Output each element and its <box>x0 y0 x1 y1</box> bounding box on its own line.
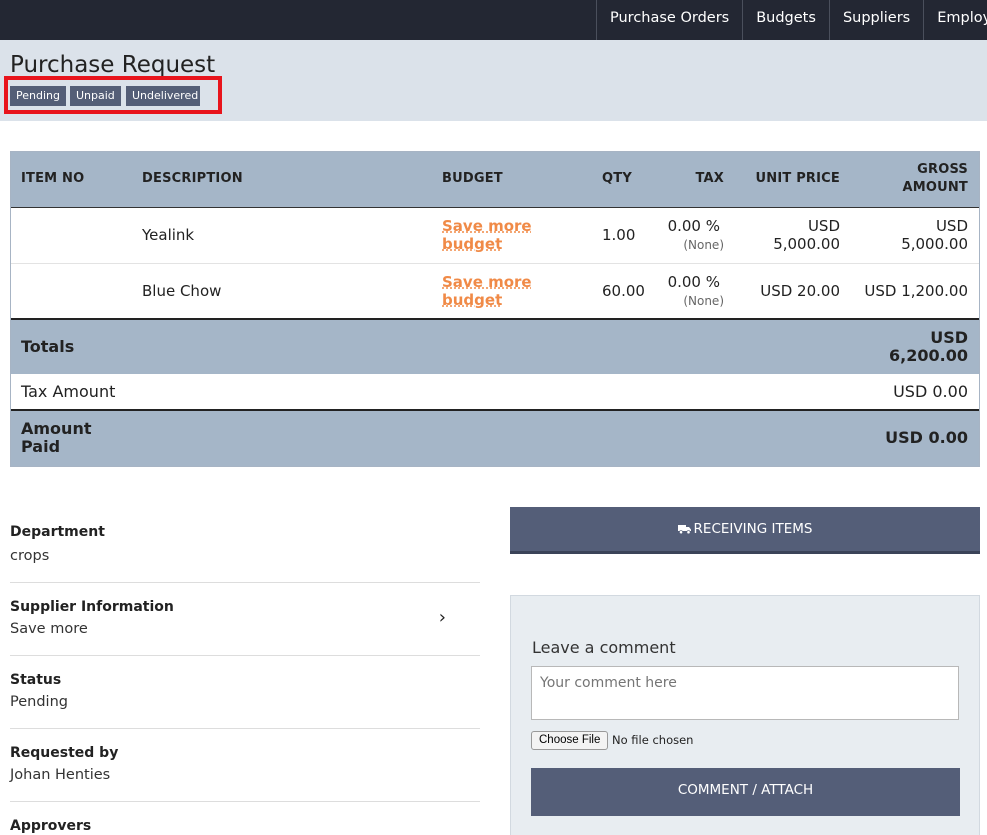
row-gross-line2: 5,000.00 <box>901 235 968 253</box>
comment-attach-button[interactable]: COMMENT / ATTACH <box>531 768 960 816</box>
amount-paid-row: Amount Paid USD 0.00 <box>11 411 979 466</box>
page-title: Purchase Request <box>10 52 216 78</box>
col-gross-amount-line2: AMOUNT <box>902 180 968 195</box>
row-tax: 0.00 % <box>667 217 720 235</box>
detail-department: Department crops <box>10 510 480 583</box>
request-details: Department crops Supplier Information Sa… <box>10 510 480 835</box>
comment-label: Leave a comment <box>532 638 676 657</box>
chevron-right-icon[interactable]: › <box>439 607 446 628</box>
no-file-text: No file chosen <box>612 733 694 747</box>
row-unit-price-line1: USD <box>807 217 840 235</box>
requested-by-label: Requested by <box>10 745 119 761</box>
tax-amount-label: Tax Amount <box>21 382 116 401</box>
row-tax: 0.00 % <box>667 273 720 291</box>
budget-link[interactable]: Save more <box>442 217 532 235</box>
status-badge-unpaid: Unpaid <box>70 86 121 106</box>
budget-link-line2[interactable]: budget <box>442 291 502 309</box>
amount-paid-value: USD 0.00 <box>885 428 968 447</box>
col-unit-price: UNIT PRICE <box>755 171 840 186</box>
col-budget: BUDGET <box>442 171 503 186</box>
approvers-label: Approvers <box>10 818 92 834</box>
row-gross: USD 1,200.00 <box>864 282 968 300</box>
row-qty: 1.00 <box>602 226 636 244</box>
table-row: Blue Chow Save more budget 60.00 0.00 % … <box>11 264 979 320</box>
budget-link-line2[interactable]: budget <box>442 235 502 253</box>
items-table: ITEM NO DESCRIPTION BUDGET QTY TAX UNIT … <box>10 151 980 467</box>
status-value: Pending <box>10 694 68 710</box>
page-header: Purchase Request Pending Unpaid Undelive… <box>0 40 987 121</box>
row-tax-note: (None) <box>683 238 724 252</box>
requested-by-value: Johan Henties <box>10 767 111 783</box>
col-description: DESCRIPTION <box>142 171 243 186</box>
nav-employees[interactable]: Employ <box>923 0 987 40</box>
top-navbar: Purchase Orders Budgets Suppliers Employ <box>0 0 987 40</box>
receiving-items-button[interactable]: RECEIVING ITEMS <box>510 507 980 554</box>
nav-budgets[interactable]: Budgets <box>742 0 829 40</box>
col-qty: QTY <box>602 171 632 186</box>
table-row: Yealink Save more budget 1.00 0.00 % (No… <box>11 208 979 264</box>
detail-requested-by: Requested by Johan Henties <box>10 729 480 802</box>
row-gross-line1: USD <box>935 217 968 235</box>
row-description: Blue Chow <box>142 282 222 300</box>
table-header: ITEM NO DESCRIPTION BUDGET QTY TAX UNIT … <box>11 152 979 208</box>
col-gross-amount-line1: GROSS <box>917 162 968 177</box>
receiving-items-label: RECEIVING ITEMS <box>693 521 813 537</box>
truck-icon <box>677 525 691 535</box>
nav-purchase-orders[interactable]: Purchase Orders <box>596 0 742 40</box>
comment-panel: Leave a comment Choose File No file chos… <box>510 595 980 835</box>
nav-suppliers[interactable]: Suppliers <box>828 0 923 40</box>
totals-row: Totals USD 6,200.00 <box>11 320 979 374</box>
row-description: Yealink <box>142 226 195 244</box>
detail-approvers: Approvers <box>10 802 480 835</box>
totals-label: Totals <box>21 337 75 356</box>
status-badge-undelivered: Undelivered <box>126 86 200 106</box>
department-value: crops <box>10 548 50 564</box>
supplier-value: Save more <box>10 621 88 637</box>
amount-paid-label-line1: Amount <box>21 419 92 438</box>
row-unit-price: USD 20.00 <box>760 282 840 300</box>
row-tax-note: (None) <box>683 294 724 308</box>
col-tax: TAX <box>695 171 724 186</box>
nav-menu: Purchase Orders Budgets Suppliers Employ <box>596 0 987 40</box>
row-unit-price-line2: 5,000.00 <box>773 235 840 253</box>
col-item-no: ITEM NO <box>21 171 85 186</box>
status-label: Status <box>10 672 62 688</box>
comment-input[interactable] <box>531 666 959 720</box>
row-qty: 60.00 <box>602 282 645 300</box>
detail-status: Status Pending <box>10 656 480 729</box>
totals-value-line2: 6,200.00 <box>889 346 968 365</box>
amount-paid-label-line2: Paid <box>21 437 61 456</box>
tax-amount-value: USD 0.00 <box>893 382 968 401</box>
budget-link[interactable]: Save more <box>442 273 532 291</box>
status-badge-pending: Pending <box>10 86 66 106</box>
detail-supplier[interactable]: Supplier Information Save more › <box>10 583 480 656</box>
totals-value-line1: USD <box>930 328 968 347</box>
tax-amount-row: Tax Amount USD 0.00 <box>11 374 979 411</box>
status-badges-highlight: Pending Unpaid Undelivered <box>4 76 222 114</box>
department-label: Department <box>10 524 105 540</box>
supplier-label: Supplier Information <box>10 599 174 615</box>
choose-file-button[interactable]: Choose File <box>531 731 609 750</box>
